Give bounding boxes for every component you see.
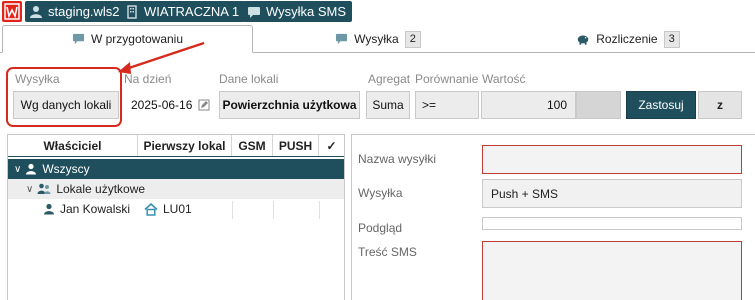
dane-lokali-select[interactable]: Powierzchnia użytkowa — [219, 91, 360, 119]
wysylka-type-label: Wysyłka — [358, 186, 403, 200]
date-field[interactable]: 2025-06-16 — [124, 91, 215, 119]
col-wlasciciel[interactable]: Właściciel — [8, 135, 138, 156]
tab-wysylka[interactable]: Wysyłka 2 — [253, 25, 503, 53]
module-chip[interactable]: Wysyłka SMS — [243, 1, 353, 22]
col-pierwszy-lokal[interactable]: Pierwszy lokal — [138, 135, 232, 156]
home-icon — [144, 202, 158, 216]
wartosc-spacer — [576, 91, 621, 119]
date-value: 2025-06-16 — [131, 98, 193, 112]
col-push[interactable]: PUSH — [273, 135, 319, 156]
tree-header: Właściciel Pierwszy lokal GSM PUSH ✓ — [8, 135, 344, 157]
message-icon — [336, 33, 348, 45]
details-panel: Nazwa wysyłki Wysyłka Push + SMS Podgląd… — [351, 134, 755, 300]
porownanie-select[interactable]: >= — [415, 91, 479, 119]
apply-button[interactable]: Zastosuj — [626, 91, 696, 119]
highlight-box — [6, 67, 122, 127]
podglad-field[interactable] — [482, 217, 742, 230]
tree-row[interactable]: ∨ Lokale użytkowe — [8, 179, 344, 199]
porownanie-label: Porównanie — [415, 72, 479, 86]
z-button[interactable]: z — [698, 91, 742, 119]
tab-label: Wysyłka — [354, 32, 399, 46]
agregat-select[interactable]: Suma — [366, 91, 410, 119]
property-label: WIATRACZNA 1 — [144, 4, 240, 19]
nazwa-wysylki-input[interactable] — [482, 145, 742, 174]
server-label: staging.wls2 — [48, 4, 120, 19]
column-divider — [319, 201, 320, 219]
dane-lokali-label: Dane lokali — [219, 72, 279, 86]
message-icon — [72, 33, 85, 45]
wartosc-input[interactable]: 100 — [481, 91, 576, 119]
chevron-down-icon[interactable]: ∨ — [14, 164, 21, 175]
col-check[interactable]: ✓ — [319, 135, 344, 156]
nazwa-wysylki-label: Nazwa wysyłki — [358, 152, 437, 166]
chevron-down-icon[interactable]: ∨ — [26, 184, 33, 195]
wysylka-type-value: Push + SMS — [491, 186, 559, 201]
agregat-value: Suma — [372, 98, 404, 112]
recipients-tree: Właściciel Pierwszy lokal GSM PUSH ✓ ∨ W… — [7, 134, 345, 300]
server-chip[interactable]: staging.wls2 — [25, 1, 126, 22]
tab-count-badge: 2 — [404, 30, 421, 48]
tree-row-label: Wszyscy — [42, 162, 90, 176]
wysylka-type-select[interactable]: Push + SMS — [482, 179, 742, 208]
column-divider — [232, 201, 233, 219]
message-icon — [248, 6, 260, 18]
tab-label: Rozliczenie — [596, 32, 658, 46]
tree-row-label: Lokale użytkowe — [56, 182, 146, 196]
apply-label: Zastosuj — [638, 98, 684, 112]
user-icon — [26, 163, 37, 175]
column-divider — [273, 201, 274, 219]
user-icon — [30, 5, 42, 18]
top-bar: staging.wls2 WIATRACZNA 1 Wysyłka SMS — [0, 0, 755, 24]
piggy-bank-icon — [578, 35, 589, 45]
tresc-sms-textarea[interactable] — [482, 241, 742, 300]
first-unit-value: LU01 — [163, 202, 192, 216]
wartosc-label: Wartość — [482, 72, 526, 86]
tree-row-label: Jan Kowalski — [60, 202, 131, 216]
tree-row[interactable]: Jan Kowalski LU01 — [8, 199, 344, 219]
tab-rozliczenie[interactable]: Rozliczenie 3 — [503, 25, 753, 53]
user-icon — [44, 203, 54, 215]
building-icon — [127, 4, 137, 19]
annotation-arrow — [118, 41, 205, 74]
edit-icon[interactable] — [198, 99, 210, 111]
wartosc-value: 100 — [546, 98, 567, 112]
users-icon — [37, 183, 51, 194]
podglad-label: Podgląd — [358, 221, 403, 235]
tab-count-badge: 3 — [663, 30, 680, 48]
agregat-label: Agregat — [368, 72, 411, 86]
col-gsm[interactable]: GSM — [232, 135, 273, 156]
property-chip[interactable]: WIATRACZNA 1 — [121, 1, 246, 22]
tree-row[interactable]: ∨ Wszyscy — [8, 159, 344, 179]
z-label: z — [717, 98, 723, 112]
tresc-sms-label: Treść SMS — [358, 245, 417, 259]
module-label: Wysyłka SMS — [266, 4, 347, 19]
logo-icon — [4, 3, 20, 20]
porownanie-value: >= — [422, 98, 437, 112]
app-logo[interactable] — [2, 1, 22, 22]
dane-lokali-value: Powierzchnia użytkowa — [222, 98, 357, 112]
